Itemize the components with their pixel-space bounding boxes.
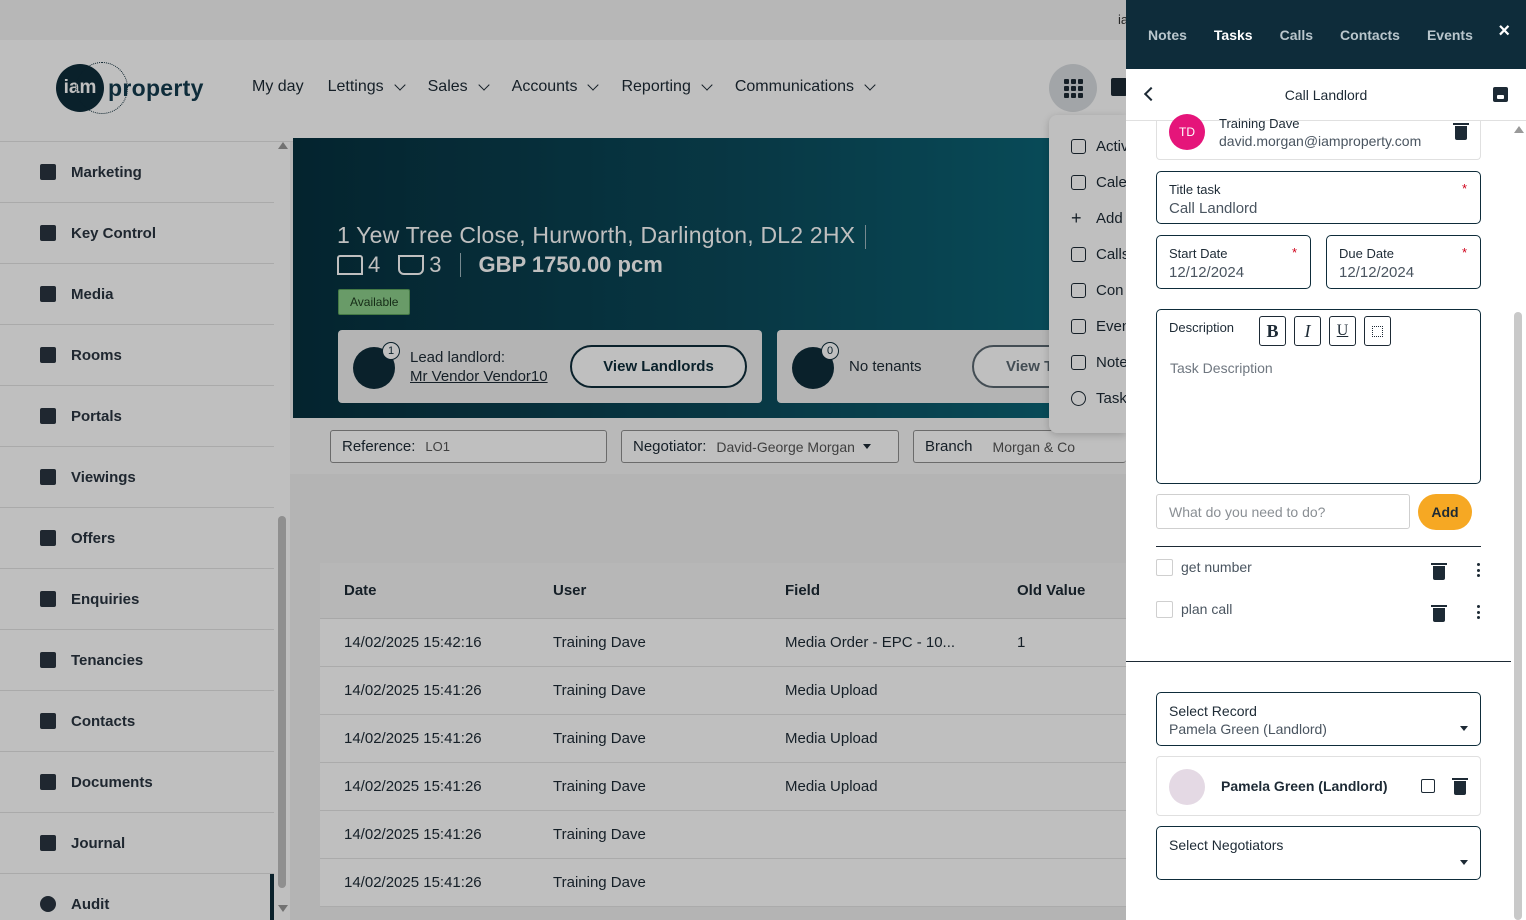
todo-input[interactable]: What do you need to do? [1156, 494, 1410, 529]
close-icon[interactable]: × [1498, 20, 1510, 43]
bold-button[interactable]: B [1259, 316, 1286, 346]
panel-title: Call Landlord [1284, 87, 1368, 103]
todo-label: plan call [1181, 601, 1233, 617]
dropdown-arrow-icon [1460, 726, 1468, 731]
field-label: Title task [1169, 182, 1221, 197]
landlord-avatar-icon [1169, 769, 1205, 805]
description-placeholder: Task Description [1170, 360, 1273, 376]
more-options-icon[interactable] [1477, 605, 1481, 619]
panel-scroll-up-icon[interactable] [1514, 126, 1524, 133]
linked-record-name: Pamela Green (Landlord) [1221, 778, 1388, 794]
modal-overlay[interactable] [0, 0, 1126, 920]
select-record-dropdown[interactable]: Select Record Pamela Green (Landlord) [1156, 692, 1481, 746]
title-task-field[interactable]: Title task * Call Landlord [1156, 171, 1481, 224]
field-label: Select Negotiators [1169, 837, 1284, 853]
field-value: 12/12/2024 [1339, 264, 1415, 281]
task-panel: Notes Tasks Calls Contacts Events × Call… [1126, 0, 1526, 920]
expand-icon [1372, 325, 1383, 337]
todo-label: get number [1181, 559, 1252, 575]
fullscreen-button[interactable] [1364, 316, 1391, 346]
field-value: 12/12/2024 [1169, 264, 1245, 281]
assignee-card: TD Training Dave david.morgan@iampropert… [1156, 114, 1481, 160]
select-negotiators-dropdown[interactable]: Select Negotiators [1156, 826, 1481, 880]
field-label: Select Record [1169, 703, 1257, 719]
open-external-icon[interactable] [1421, 779, 1435, 793]
divider [1156, 546, 1481, 547]
delete-assignee-icon[interactable] [1453, 123, 1469, 140]
tab-tasks[interactable]: Tasks [1214, 27, 1253, 43]
section-divider [1126, 661, 1511, 662]
dropdown-arrow-icon [1460, 860, 1468, 865]
start-date-field[interactable]: Start Date * 12/12/2024 [1156, 235, 1311, 289]
field-label: Due Date [1339, 246, 1394, 261]
logo-word: property [108, 74, 204, 101]
due-date-field[interactable]: Due Date * 12/12/2024 [1326, 235, 1481, 289]
field-value: Pamela Green (Landlord) [1169, 721, 1327, 737]
field-label: Description [1169, 320, 1235, 335]
underline-button[interactable]: U [1329, 316, 1356, 346]
tab-contacts[interactable]: Contacts [1340, 27, 1400, 43]
avatar: TD [1169, 114, 1205, 150]
tab-events[interactable]: Events [1427, 27, 1473, 43]
assignee-name: Training Dave [1219, 116, 1300, 131]
tab-calls[interactable]: Calls [1280, 27, 1313, 43]
assignee-email: david.morgan@iamproperty.com [1219, 133, 1422, 149]
description-editor[interactable]: Description B I U Task Description [1156, 309, 1481, 484]
required-marker: * [1461, 245, 1467, 260]
field-label: Start Date [1169, 246, 1228, 261]
panel-tabs: Notes Tasks Calls Contacts Events × [1126, 0, 1526, 69]
todo-checkbox[interactable] [1156, 558, 1173, 576]
italic-button[interactable]: I [1294, 316, 1321, 346]
delete-record-icon[interactable] [1452, 778, 1468, 795]
add-todo-button[interactable]: Add [1418, 494, 1472, 530]
more-options-icon[interactable] [1477, 563, 1481, 577]
linked-record-card: Pamela Green (Landlord) [1156, 756, 1481, 816]
delete-todo-icon[interactable] [1431, 563, 1447, 580]
save-icon[interactable] [1493, 87, 1508, 102]
required-marker: * [1461, 181, 1467, 196]
panel-scrollbar-thumb[interactable] [1514, 312, 1522, 920]
delete-todo-icon[interactable] [1431, 605, 1447, 622]
required-marker: * [1291, 245, 1297, 260]
todo-checkbox[interactable] [1156, 600, 1173, 618]
field-value: Call Landlord [1169, 200, 1258, 217]
tab-notes[interactable]: Notes [1148, 27, 1187, 43]
